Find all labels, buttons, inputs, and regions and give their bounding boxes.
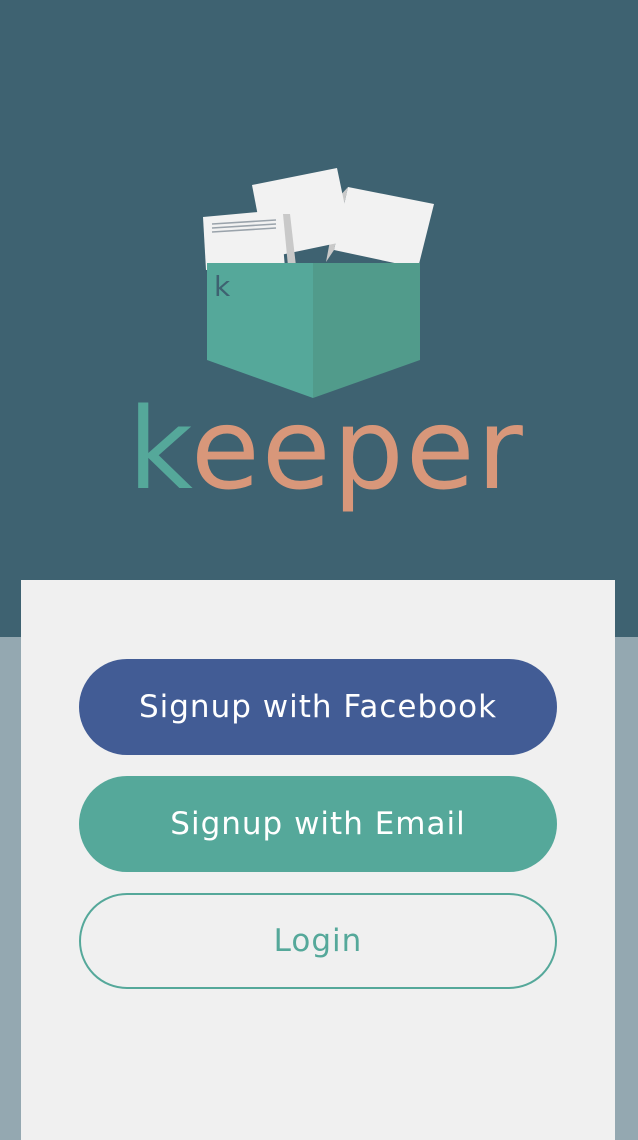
box: [207, 263, 420, 398]
box-label: k: [214, 270, 231, 303]
paper-front: [203, 210, 285, 270]
app-wordmark: keeper: [128, 380, 523, 520]
signup-facebook-button[interactable]: Signup with Facebook: [79, 659, 557, 755]
signup-facebook-label: Signup with Facebook: [138, 689, 498, 725]
auth-card: Signup with Facebook Signup with Email L…: [21, 580, 615, 1140]
signup-email-button[interactable]: Signup with Email: [79, 776, 557, 872]
login-button[interactable]: Login: [79, 893, 557, 989]
wordmark-rest: eeper: [190, 385, 525, 515]
login-label: Login: [273, 923, 363, 959]
signup-email-label: Signup with Email: [170, 806, 466, 842]
document-box-icon: k: [203, 168, 434, 398]
wordmark-first-letter: k: [128, 385, 191, 515]
